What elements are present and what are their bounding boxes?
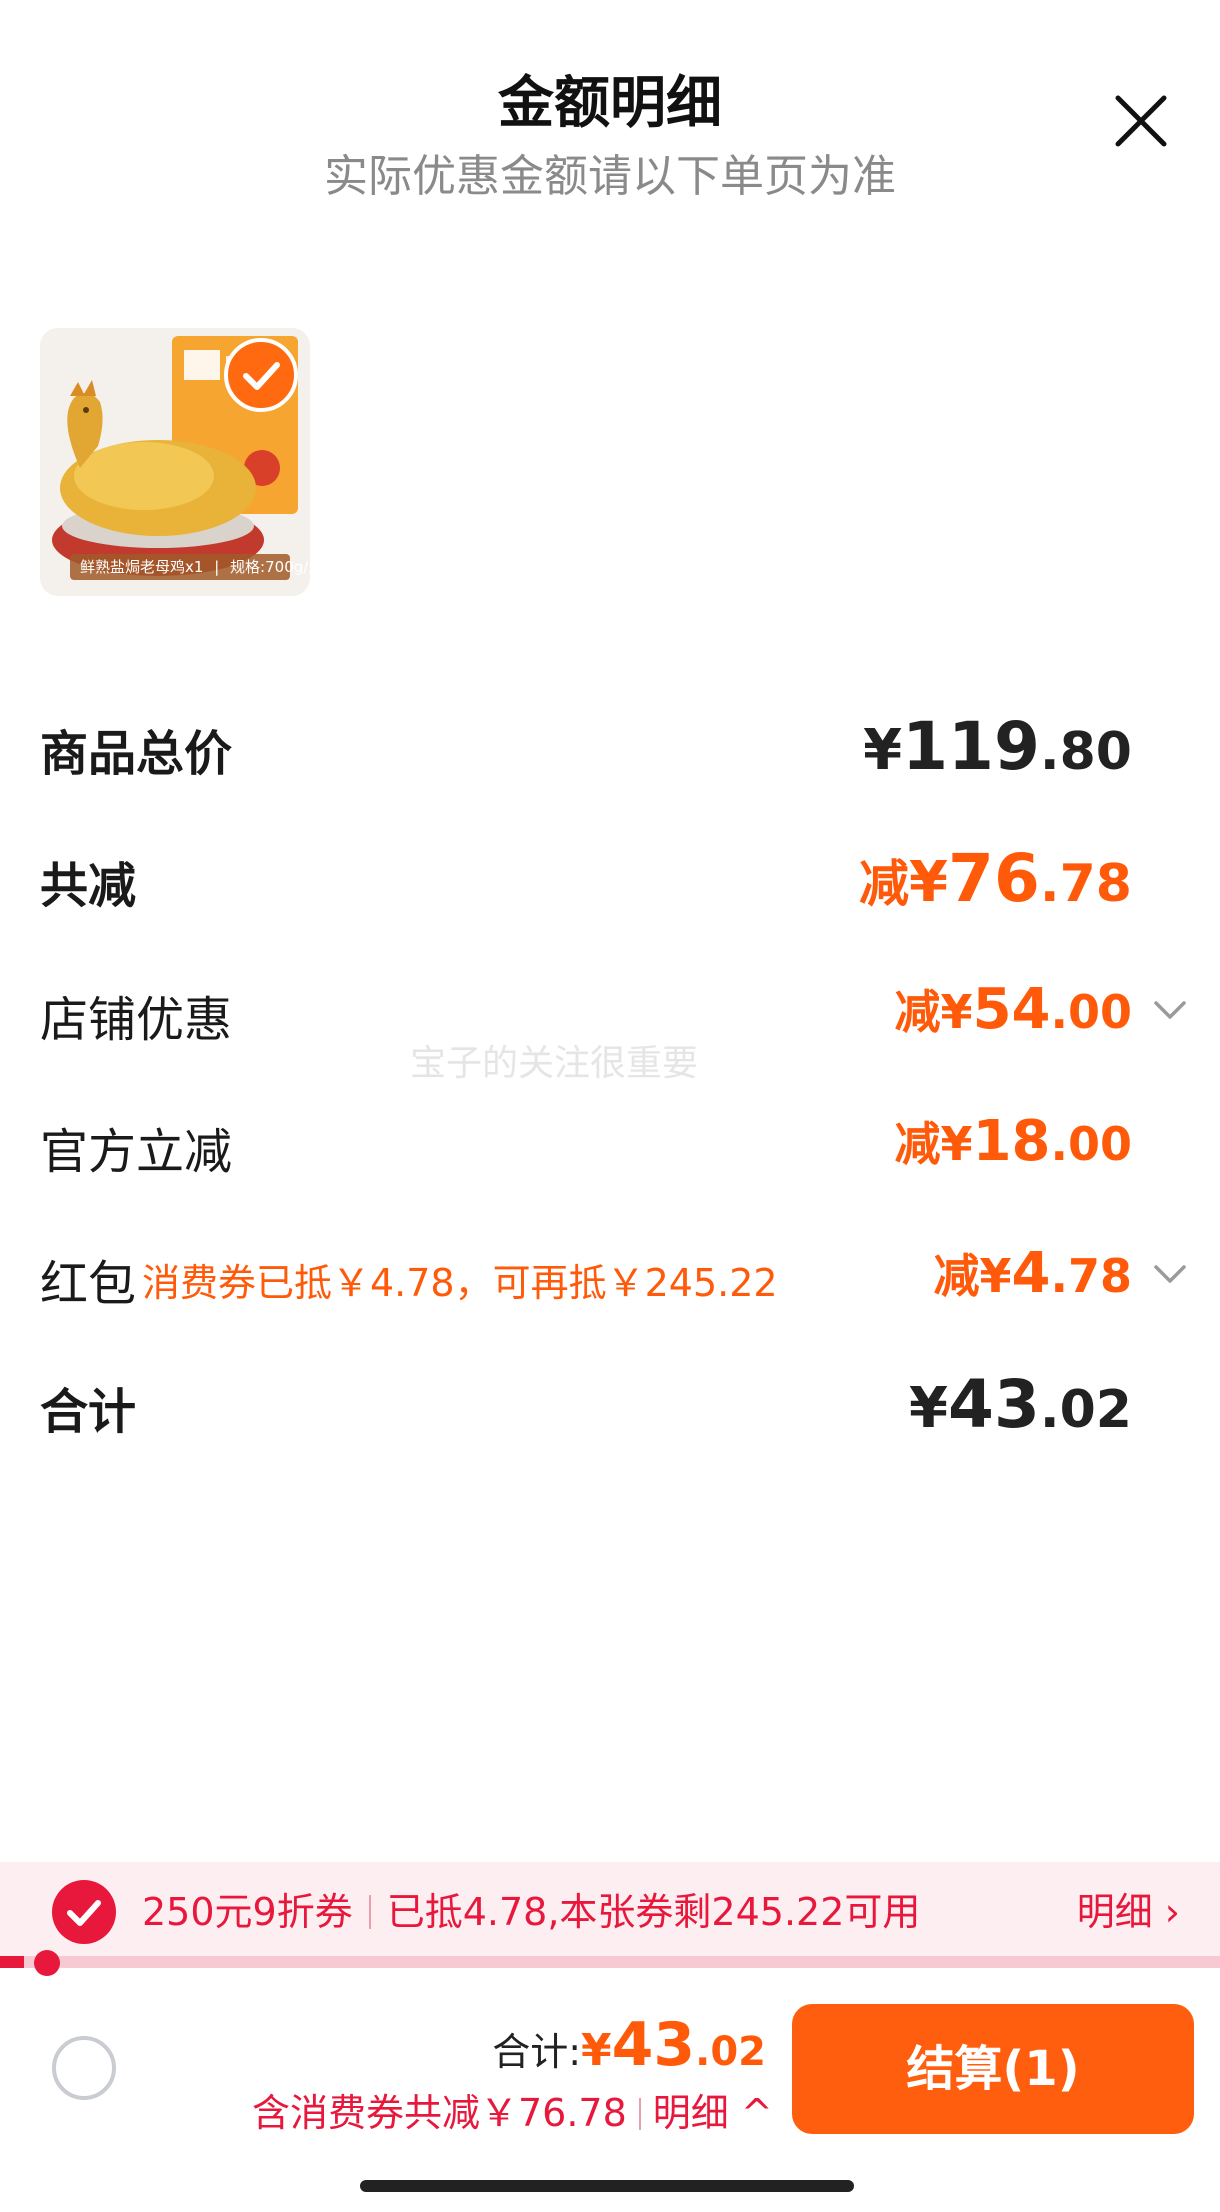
official-discount-amount: 减¥18.00 (894, 1109, 1132, 1174)
row-red-packet[interactable]: 红包 消费券已抵￥4.78，可再抵￥245.22 减¥4.78 (0, 1240, 1220, 1312)
savings-text: 含消费券共减￥76.78 (252, 2091, 627, 2135)
chevron-down-icon[interactable] (1150, 1254, 1190, 1294)
shop-discount-amount: 减¥54.00 (894, 977, 1132, 1042)
close-button[interactable] (1112, 92, 1170, 150)
shop-discount-label: 店铺优惠 (40, 992, 233, 1048)
coupon-detail-link[interactable]: 明细 › (1077, 1880, 1180, 1944)
product-caption: 鲜熟盐焗老母鸡x1 | 规格:700g/只 (70, 554, 310, 580)
bottom-total: 合计:¥43.02 (492, 2010, 766, 2080)
amount-detail-sheet: 金额明细 实际优惠金额请以下单页为准 鲜熟盐焗老母鸡x1 | 规格:700g/ … (0, 0, 1220, 2212)
watermark: 宝子的关注很重要 (410, 1043, 699, 1084)
coupon-progress-handle (34, 1950, 60, 1976)
coupon-name: 250元9折券 (142, 1890, 353, 1934)
checkout-button[interactable]: 结算(1) (792, 2004, 1194, 2134)
coupon-progress-track (0, 1956, 1220, 1968)
sum-amount: ¥43.02 (909, 1366, 1132, 1443)
close-icon (1115, 95, 1167, 147)
red-packet-label: 红包 (40, 1256, 137, 1312)
total-discount-amount: 减¥76.78 (859, 840, 1132, 917)
total-price-amount: ¥119.80 (863, 708, 1132, 785)
bottom-savings: 含消费券共减￥76.78 明细 ^ (252, 2082, 773, 2137)
red-packet-amount: 减¥4.78 (933, 1241, 1132, 1306)
select-all-checkbox[interactable] (52, 2036, 116, 2100)
coupon-status: 已抵4.78,本张券剩245.22可用 (386, 1890, 921, 1934)
row-total-price: 商品总价 ¥119.80 (0, 708, 1220, 788)
official-discount-label: 官方立减 (40, 1124, 233, 1180)
bottom-total-label: 合计: (492, 2030, 582, 2074)
chevron-down-icon[interactable] (1150, 990, 1190, 1030)
check-icon (67, 1900, 101, 1926)
red-packet-note: 消费券已抵￥4.78，可再抵￥245.22 (142, 1261, 778, 1305)
coupon-text: 250元9折券 已抵4.78,本张券剩245.22可用 (142, 1880, 920, 1944)
check-icon (243, 362, 280, 390)
row-sum: 合计 ¥43.02 (0, 1366, 1220, 1446)
product-spec: 规格:700g/只 (230, 558, 310, 576)
row-official-discount: 官方立减 减¥18.00 (0, 1108, 1220, 1180)
total-discount-label: 共减 (40, 858, 137, 914)
home-indicator (360, 2180, 854, 2192)
page-title: 金额明细 (498, 71, 722, 136)
row-total-discount: 共减 减¥76.78 (0, 840, 1220, 920)
divider (368, 1895, 371, 1929)
savings-detail-toggle[interactable]: 明细 ^ (653, 2091, 773, 2135)
coupon-progress-fill (0, 1956, 24, 1968)
sheet-header: 金额明细 实际优惠金额请以下单页为准 (0, 0, 1220, 210)
product-name: 鲜熟盐焗老母鸡x1 (80, 558, 204, 576)
product-selected-badge[interactable] (224, 338, 298, 412)
divider (638, 2098, 641, 2130)
total-price-label: 商品总价 (40, 726, 233, 782)
page-subtitle: 实际优惠金额请以下单页为准 (324, 151, 896, 202)
coupon-checkbox[interactable] (52, 1880, 116, 1944)
bottom-total-amount: 43 (611, 2010, 696, 2080)
sum-label: 合计 (40, 1384, 137, 1440)
